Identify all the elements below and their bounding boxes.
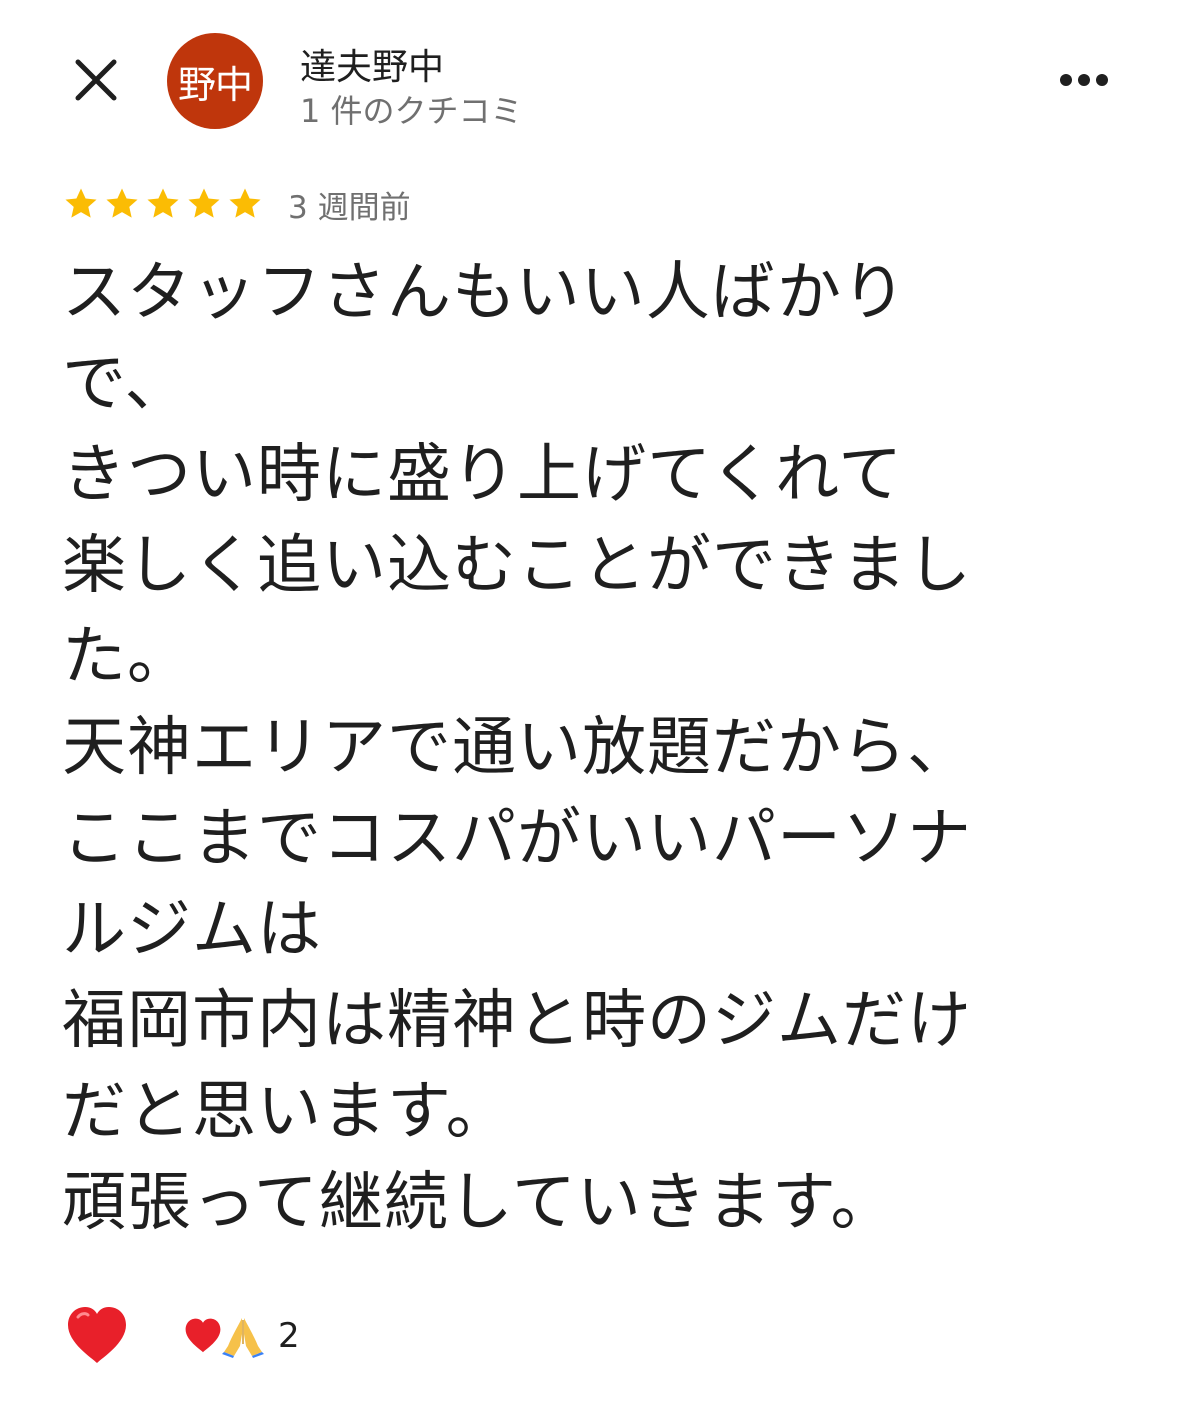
review-text-line: ここまでコスパがいいパーソナ — [62, 802, 972, 876]
review-text-line: だと思います。 — [62, 1075, 511, 1149]
reaction-count: 2 — [278, 1316, 300, 1356]
star-icon — [226, 185, 264, 223]
avatar[interactable]: 野中 — [167, 33, 263, 129]
more-options-button[interactable] — [1054, 60, 1114, 100]
more-horizontal-icon — [1054, 74, 1114, 104]
pray-icon — [222, 1314, 264, 1358]
review-text-line: きつい時に盛り上げてくれて — [62, 438, 904, 512]
heart-icon — [182, 1315, 224, 1357]
review-count: 1 件のクチコミ — [300, 92, 523, 130]
review-text-line: 天神エリアで通い放題だから、 — [62, 711, 972, 785]
react-button[interactable] — [62, 1301, 132, 1371]
reaction-summary[interactable]: 2 — [182, 1314, 300, 1358]
review-timestamp: 3 週間前 — [288, 189, 411, 226]
review-text-line: 楽しく追い込むことができまし — [62, 529, 972, 603]
review-text-line: 福岡市内は精神と時のジムだけ — [62, 984, 972, 1058]
review-text-line: 頑張って継続していきます。 — [62, 1166, 896, 1240]
review-text-line: で、 — [62, 347, 190, 421]
star-rating — [62, 185, 264, 223]
review-text-line: スタッフさんもいい人ばかり — [62, 256, 907, 330]
star-icon — [103, 185, 141, 223]
close-icon — [66, 50, 126, 110]
heart-icon — [62, 1301, 132, 1371]
star-icon — [185, 185, 223, 223]
reviewer-name[interactable]: 達夫野中 — [300, 38, 444, 90]
star-icon — [144, 185, 182, 223]
rating-row: 3 週間前 — [62, 182, 411, 226]
review-text-line: ルジムは — [62, 893, 322, 967]
avatar-initials: 野中 — [177, 62, 253, 107]
review-text-line: た。 — [62, 620, 192, 694]
review-text: スタッフさんもいい人ばかり で、きつい時に盛り上げてくれて 楽しく追い込むことができ… — [62, 248, 1102, 1249]
close-button[interactable] — [66, 50, 126, 110]
star-icon — [62, 185, 100, 223]
reactions-bar: 2 — [62, 1298, 300, 1374]
